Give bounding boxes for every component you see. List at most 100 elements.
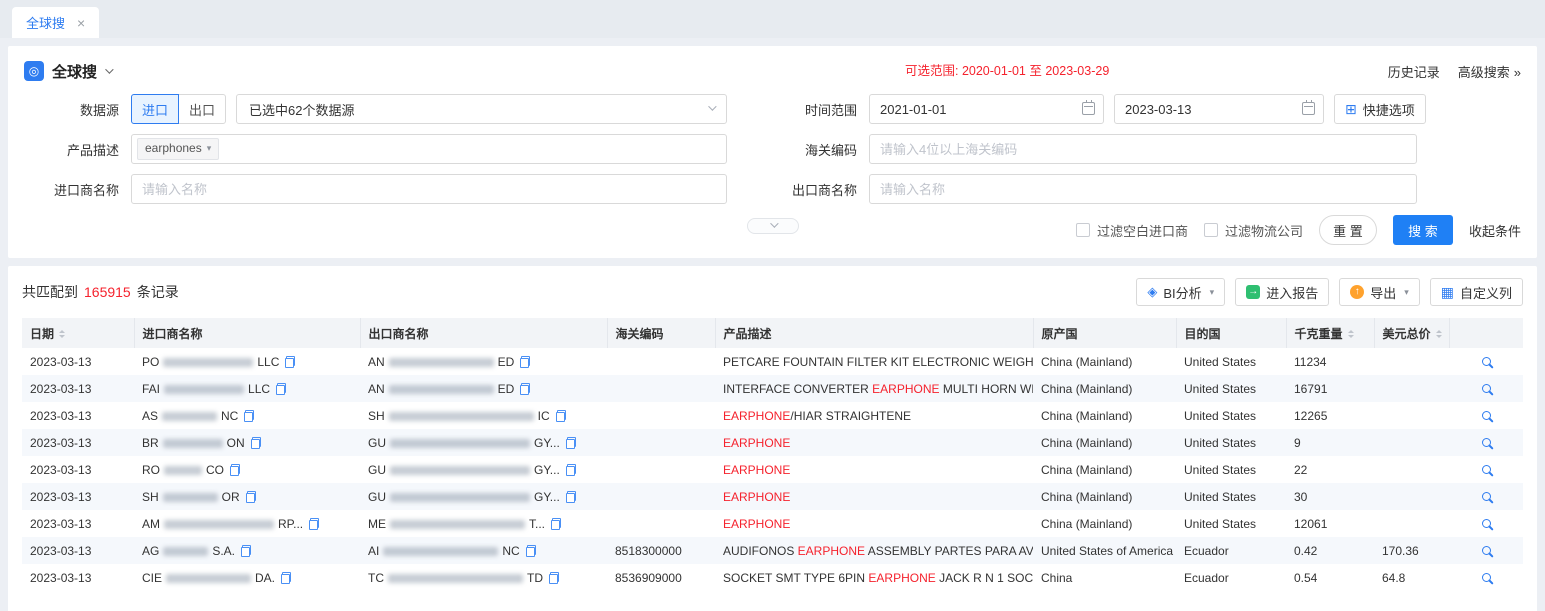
end-date-input[interactable] (1114, 94, 1324, 124)
copy-icon[interactable] (526, 545, 536, 557)
product-desc-input[interactable]: earphones ▾ (131, 134, 727, 164)
product-keyword-tag[interactable]: earphones ▾ (137, 138, 219, 160)
cell-date: 2023-03-13 (22, 564, 134, 591)
company-name-fragment: AN (368, 355, 385, 369)
copy-icon[interactable] (230, 464, 240, 476)
sort-icon[interactable] (1436, 330, 1442, 338)
quick-options-button[interactable]: ⊞ 快捷选项 (1334, 94, 1426, 124)
cell-exporter-name: ANED (360, 348, 607, 375)
copy-icon[interactable] (281, 572, 291, 584)
app-logo-icon: ◎ (24, 61, 44, 81)
table-row[interactable]: 2023-03-13BRONGUGY...EARPHONEChina (Main… (22, 429, 1523, 456)
copy-icon[interactable] (244, 410, 254, 422)
table-row[interactable]: 2023-03-13FAILLCANEDINTERFACE CONVERTER … (22, 375, 1523, 402)
redacted-text (164, 385, 244, 394)
reset-button[interactable]: 重 置 (1319, 215, 1377, 245)
copy-icon[interactable] (520, 383, 530, 395)
copy-icon[interactable] (551, 518, 561, 530)
table-row[interactable]: 2023-03-13SHORGUGY...EARPHONEChina (Main… (22, 483, 1523, 510)
company-name-fragment: DA. (255, 571, 275, 585)
columns-icon: ▦ (1441, 285, 1454, 299)
desc-text: ASSEMBLY PARTES PARA AVIO... (865, 544, 1033, 558)
copy-icon[interactable] (276, 383, 286, 395)
copy-icon[interactable] (556, 410, 566, 422)
importer-name-input[interactable] (131, 174, 727, 204)
export-button[interactable]: ↑ 导出 ▾ (1339, 278, 1420, 306)
sort-icon[interactable] (59, 330, 65, 338)
copy-icon[interactable] (566, 464, 576, 476)
data-source-select[interactable]: 已选中62个数据源 (236, 94, 727, 124)
cell-date: 2023-03-13 (22, 537, 134, 564)
copy-icon[interactable] (309, 518, 319, 530)
collapse-conditions-link[interactable]: 收起条件 (1469, 221, 1521, 240)
search-detail-icon[interactable] (1482, 411, 1491, 420)
search-detail-icon[interactable] (1482, 519, 1491, 528)
search-detail-icon[interactable] (1482, 573, 1491, 582)
copy-icon[interactable] (520, 356, 530, 368)
search-detail-icon[interactable] (1482, 492, 1491, 501)
caret-down-icon: ▾ (1210, 287, 1215, 298)
export-toggle-button[interactable]: 出口 (178, 94, 226, 124)
product-keyword-text: earphones (145, 141, 202, 157)
search-detail-icon[interactable] (1482, 465, 1491, 474)
calendar-icon[interactable] (1302, 102, 1315, 115)
copy-icon[interactable] (285, 356, 295, 368)
cell-origin-country: China (1033, 564, 1176, 591)
copy-icon[interactable] (549, 572, 559, 584)
filter-logistics-checkbox[interactable]: 过滤物流公司 (1204, 221, 1303, 240)
copy-icon[interactable] (566, 437, 576, 449)
exporter-name-label: 出口商名称 (785, 180, 857, 199)
start-date-input[interactable] (869, 94, 1104, 124)
hs-code-input[interactable] (869, 134, 1417, 164)
copy-icon[interactable] (241, 545, 251, 557)
advanced-search-link[interactable]: 高级搜索» (1458, 62, 1521, 81)
company-name-fragment: NC (502, 544, 519, 558)
chevron-down-icon[interactable] (105, 65, 113, 73)
column-header[interactable]: 日期 (22, 318, 134, 348)
double-arrow-icon: » (1514, 65, 1521, 80)
end-date-field (1114, 94, 1324, 124)
import-toggle-button[interactable]: 进口 (131, 94, 179, 124)
cell-importer-name: AGS.A. (134, 537, 360, 564)
column-header[interactable]: 千克重量 (1286, 318, 1374, 348)
expand-more-button[interactable] (747, 218, 799, 234)
sort-icon[interactable] (1348, 330, 1354, 338)
table-row[interactable]: 2023-03-13AMRP...MET...EARPHONEChina (Ma… (22, 510, 1523, 537)
table-row[interactable]: 2023-03-13ROCOGUGY...EARPHONEChina (Main… (22, 456, 1523, 483)
history-link[interactable]: 历史记录 (1388, 62, 1440, 81)
filter-blank-importer-checkbox[interactable]: 过滤空白进口商 (1076, 221, 1188, 240)
copy-icon[interactable] (246, 491, 256, 503)
redacted-text (390, 439, 530, 448)
calendar-icon[interactable] (1082, 102, 1095, 115)
cell-weight-kg: 30 (1286, 483, 1374, 510)
keyword-highlight: EARPHONE (872, 382, 939, 396)
tab-close-icon[interactable]: × (77, 16, 85, 30)
copy-icon[interactable] (566, 491, 576, 503)
column-header[interactable]: 美元总价 (1374, 318, 1449, 348)
cell-product-desc: INTERFACE CONVERTER EARPHONE MULTI HORN … (715, 375, 1033, 402)
search-detail-icon[interactable] (1482, 384, 1491, 393)
cell-hs-code (607, 375, 715, 402)
cell-actions (1449, 483, 1523, 510)
redacted-text (163, 493, 218, 502)
bi-analysis-button[interactable]: ◈ BI分析 ▾ (1136, 278, 1225, 306)
table-row[interactable]: 2023-03-13ASNCSHICEARPHONE/HIAR STRAIGHT… (22, 402, 1523, 429)
copy-icon[interactable] (251, 437, 261, 449)
table-row[interactable]: 2023-03-13POLLCANEDPETCARE FOUNTAIN FILT… (22, 348, 1523, 375)
search-detail-icon[interactable] (1482, 438, 1491, 447)
results-count: 165915 (84, 284, 131, 300)
company-name-fragment: SH (368, 409, 385, 423)
search-button[interactable]: 搜 索 (1393, 215, 1453, 245)
tab-global-search[interactable]: 全球搜 × (12, 7, 99, 38)
table-row[interactable]: 2023-03-13CIEDA.TCTD8536909000SOCKET SMT… (22, 564, 1523, 591)
enter-report-button[interactable]: → 进入报告 (1235, 278, 1329, 306)
cell-hs-code (607, 456, 715, 483)
table-row[interactable]: 2023-03-13AGS.A.AINC8518300000AUDIFONOS … (22, 537, 1523, 564)
exporter-name-input[interactable] (869, 174, 1417, 204)
search-detail-icon[interactable] (1482, 546, 1491, 555)
search-detail-icon[interactable] (1482, 357, 1491, 366)
custom-columns-button[interactable]: ▦ 自定义列 (1430, 278, 1523, 306)
hs-code-label: 海关编码 (785, 140, 857, 159)
cell-usd-total (1374, 402, 1449, 429)
cell-date: 2023-03-13 (22, 429, 134, 456)
